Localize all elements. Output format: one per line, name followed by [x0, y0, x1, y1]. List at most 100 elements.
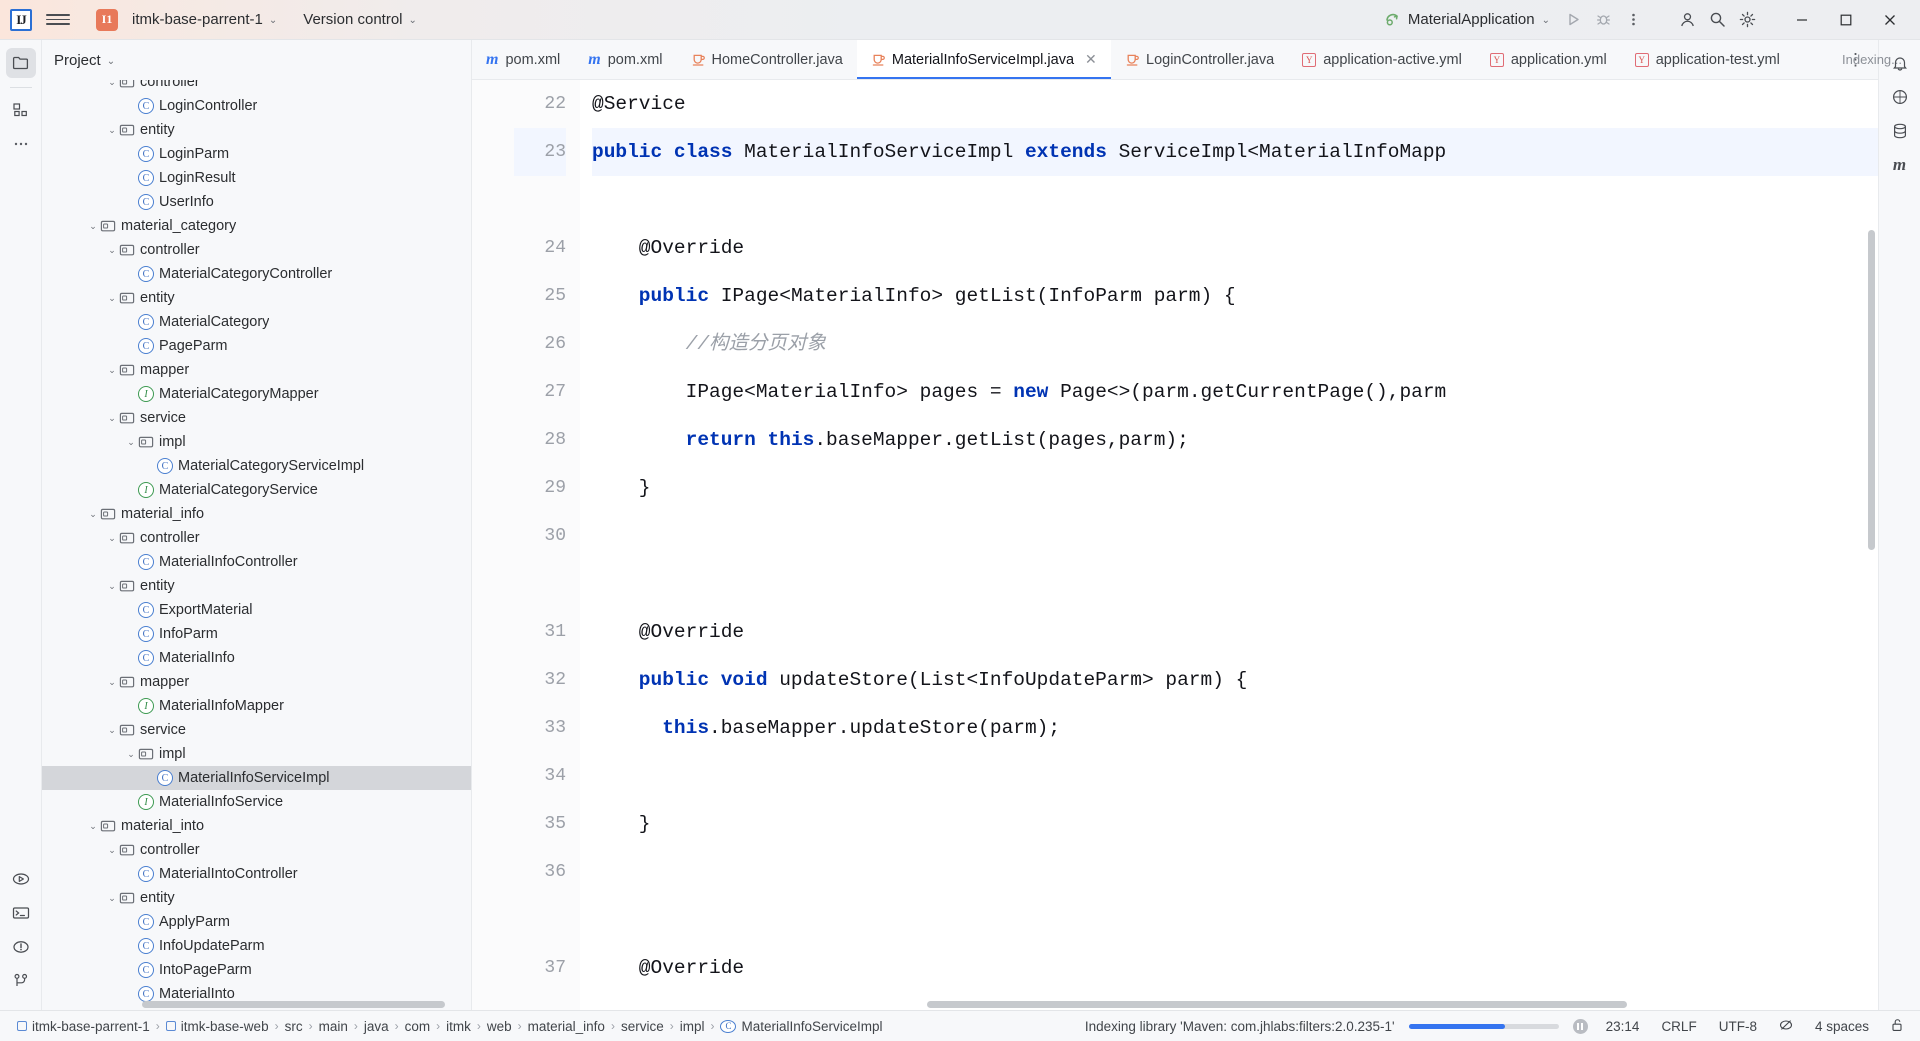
code-line[interactable]: @Override [592, 224, 1878, 272]
tree-item[interactable]: ⌄CLoginController [42, 94, 471, 118]
maven-m-icon[interactable]: m [1885, 150, 1915, 180]
tree-item[interactable]: ⌄ controller [42, 838, 471, 862]
sidebar-item-problems[interactable] [6, 932, 36, 962]
editor-tab[interactable]: Yapplication-active.yml [1288, 40, 1476, 79]
editor-tab[interactable]: m pom.xml [472, 40, 574, 79]
tree-item[interactable]: ⌄CApplyParm [42, 910, 471, 934]
editor-tab[interactable]: Yapplication-test.yml [1621, 40, 1794, 79]
tree-item[interactable]: ⌄CLoginParm [42, 142, 471, 166]
sidebar-item-run[interactable] [6, 864, 36, 894]
chevron-down-icon[interactable]: ⌄ [105, 293, 119, 304]
code-line[interactable]: IPage<MaterialInfo> pages = new Page<>(p… [592, 368, 1878, 416]
tree-item[interactable]: ⌄ entity [42, 574, 471, 598]
editor-tab[interactable]: LoginController.java [1111, 40, 1288, 79]
search-icon[interactable] [1702, 5, 1732, 35]
project-tree[interactable]: ⌄ controller ⌄ C LoginController ⌄ entity ⌄ C Log… [42, 80, 471, 1010]
tree-item[interactable]: ⌄CInfoParm [42, 622, 471, 646]
chevron-down-icon[interactable]: ⌄ [105, 245, 119, 256]
chevron-down-icon[interactable]: ⌄ [105, 365, 119, 376]
chevron-down-icon[interactable]: ⌄ [105, 125, 119, 136]
breadcrumb-item[interactable]: src [280, 1017, 308, 1036]
tree-item[interactable]: ⌄CMaterialInfo [42, 646, 471, 670]
tree-item[interactable]: ⌄IMaterialInfoMapper [42, 694, 471, 718]
editor-tab[interactable]: Yapplication.yml [1476, 40, 1621, 79]
database-icon[interactable] [1885, 116, 1915, 146]
project-panel-header[interactable]: Project ⌄ [42, 40, 471, 80]
run-button[interactable] [1558, 5, 1588, 35]
tree-item[interactable]: ⌄ service [42, 406, 471, 430]
breadcrumb-item[interactable]: itmk [441, 1017, 476, 1036]
tree-item[interactable]: ⌄CMaterialCategoryController [42, 262, 471, 286]
more-options-icon[interactable] [1618, 5, 1648, 35]
tree-item[interactable]: ⌄ impl [42, 430, 471, 454]
code-line[interactable]: @Override [592, 608, 1878, 656]
chevron-down-icon[interactable]: ⌄ [124, 437, 138, 448]
code-line[interactable]: public IPage<MaterialInfo> getList(InfoP… [592, 272, 1878, 320]
ai-assistant-icon[interactable] [1885, 82, 1915, 112]
chevron-down-icon[interactable]: ⌄ [105, 845, 119, 856]
code-line[interactable] [592, 752, 1878, 800]
code-line[interactable]: } [592, 464, 1878, 512]
tree-item[interactable]: ⌄CMaterialCategory [42, 310, 471, 334]
breadcrumb-item[interactable]: itmk-base-parrent-1 [12, 1017, 155, 1036]
code-line[interactable]: this.baseMapper.updateStore(parm); [592, 704, 1878, 752]
tree-item[interactable]: ⌄CExportMaterial [42, 598, 471, 622]
code-line[interactable] [592, 512, 1878, 560]
chevron-down-icon[interactable]: ⌄ [105, 581, 119, 592]
chevron-down-icon[interactable]: ⌄ [105, 80, 119, 88]
breadcrumb-item[interactable]: java [359, 1017, 394, 1036]
breadcrumb-item[interactable]: itmk-base-web [161, 1017, 274, 1036]
debug-button[interactable] [1588, 5, 1618, 35]
tree-item[interactable]: ⌄ entity [42, 286, 471, 310]
chevron-down-icon[interactable]: ⌄ [105, 893, 119, 904]
chevron-down-icon[interactable]: ⌄ [86, 509, 100, 520]
tree-item[interactable]: ⌄CLoginResult [42, 166, 471, 190]
code-line[interactable]: public void updateStore(List<InfoUpdateP… [592, 656, 1878, 704]
code-line[interactable]: public class MaterialInfoServiceImpl ext… [592, 128, 1878, 176]
caret-position[interactable]: 23:14 [1602, 1017, 1644, 1036]
code-line[interactable]: @Service [592, 80, 1878, 128]
code-line[interactable]: @Override [592, 944, 1878, 992]
tree-item[interactable]: ⌄ controller [42, 238, 471, 262]
tree-item[interactable]: ⌄ impl [42, 742, 471, 766]
tree-item[interactable]: ⌄ controller [42, 80, 471, 94]
breadcrumb-item[interactable]: material_info [523, 1017, 610, 1036]
chevron-down-icon[interactable]: ⌄ [86, 221, 100, 232]
no-access-icon[interactable] [1775, 1016, 1797, 1037]
tree-item[interactable]: ⌄IMaterialCategoryMapper [42, 382, 471, 406]
unlocked-icon[interactable] [1887, 1016, 1908, 1037]
pause-icon[interactable] [1572, 1018, 1588, 1034]
tree-item-selected[interactable]: ⌄CMaterialInfoServiceImpl [42, 766, 471, 790]
tree-item[interactable]: ⌄ controller [42, 526, 471, 550]
hamburger-menu-icon[interactable] [46, 8, 70, 32]
scrollbar-thumb[interactable] [142, 1001, 445, 1008]
tree-item[interactable]: ⌄ material_info [42, 502, 471, 526]
code-line[interactable] [592, 896, 1878, 944]
project-selector[interactable]: I1 itmk-base-parrent-1 ⌄ [88, 5, 285, 35]
sidebar-item-git[interactable] [6, 966, 36, 996]
tree-item[interactable]: ⌄ material_into [42, 814, 471, 838]
tree-item[interactable]: ⌄CIntoPageParm [42, 958, 471, 982]
chevron-down-icon[interactable]: ⌄ [124, 749, 138, 760]
tree-item[interactable]: ⌄ entity [42, 118, 471, 142]
code-line[interactable] [592, 560, 1878, 608]
code-line[interactable] [592, 848, 1878, 896]
tree-item[interactable]: ⌄ service [42, 718, 471, 742]
code-line[interactable]: return this.baseMapper.getList(pages,par… [592, 416, 1878, 464]
chevron-down-icon[interactable]: ⌄ [105, 677, 119, 688]
sidebar-item-structure[interactable] [6, 95, 36, 125]
code-line[interactable] [592, 176, 1878, 224]
sidebar-item-terminal[interactable] [6, 898, 36, 928]
minimize-button[interactable] [1780, 0, 1824, 40]
close-tab-icon[interactable]: ✕ [1085, 51, 1097, 68]
maximize-button[interactable] [1824, 0, 1868, 40]
code-line[interactable]: } [592, 800, 1878, 848]
chevron-down-icon[interactable]: ⌄ [86, 821, 100, 832]
breadcrumb-item[interactable]: web [482, 1017, 517, 1036]
tree-item[interactable]: ⌄CMaterialCategoryServiceImpl [42, 454, 471, 478]
breadcrumb-item[interactable]: C MaterialInfoServiceImpl [715, 1017, 887, 1036]
tree-item[interactable]: ⌄ mapper [42, 358, 471, 382]
indent-setting[interactable]: 4 spaces [1811, 1017, 1873, 1036]
code-editor[interactable]: 22 23 24 25 26 27 28 29 30 31 32 33 34 35 36 37 @Servic… [472, 80, 1878, 1010]
close-button[interactable] [1868, 0, 1912, 40]
